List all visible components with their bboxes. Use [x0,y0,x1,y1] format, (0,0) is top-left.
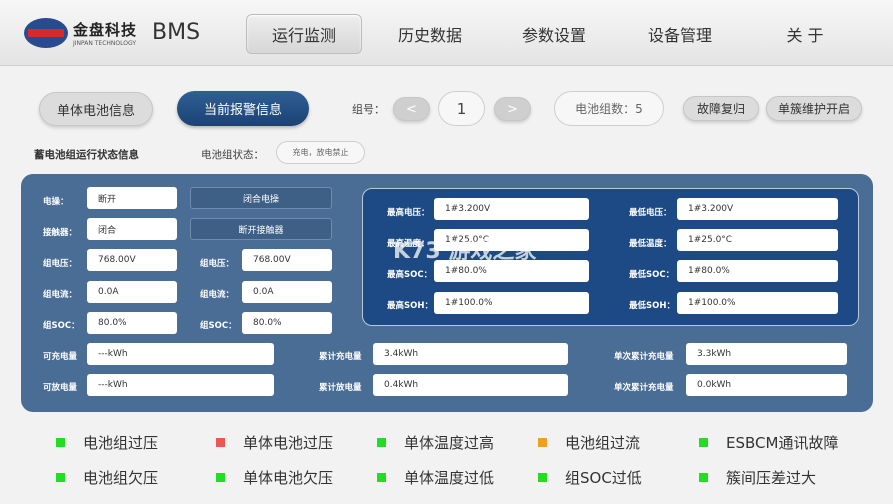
company-logo-icon [24,18,68,48]
alarm-label: 单体温度过低 [404,469,495,487]
status-dot-icon [699,438,708,447]
fault-reset-button[interactable]: 故障复归 [683,96,759,121]
group-voltage-label-2: 组电压： [200,259,235,269]
nav-run-monitor[interactable]: 运行监测 [246,14,362,54]
min-soc-value: 1#80.0% [677,260,838,282]
alarm-indicator: 单体电池欠压 [216,467,333,488]
alarm-label: 簇间压差过大 [726,469,817,487]
open-contactor-button[interactable]: 断开接触器 [190,218,332,240]
alarm-indicator: 簇间压差过大 [699,467,816,488]
app-title: BMS [152,20,201,45]
group-number: 1 [438,91,485,126]
cum-discharge-label: 累计放电量 [319,383,362,393]
group-current-label: 组电流： [43,290,78,300]
logo-subtitle: JINPAN TECHNOLOGY [73,40,136,47]
status-dot-icon [377,473,386,482]
alarm-indicator: 电池组欠压 [56,467,158,488]
group-current-value-2: 0.0A [242,281,332,303]
logo: 金盘科技 JINPAN TECHNOLOGY [24,18,137,48]
battery-state-value: 充电，放电禁止 [276,141,365,164]
watermark: K73 游戏之家 [393,239,537,264]
single-charge-label-2: 单次累计充电量 [614,383,674,393]
min-soh-value: 1#100.0% [677,292,838,314]
chargeable-value: ---kWh [87,343,274,365]
status-dot-icon [216,473,225,482]
alarm-label: ESBCM通讯故障 [726,434,839,452]
group-current-label-2: 组电流： [200,290,235,300]
alarm-label: 电池组欠压 [83,469,159,487]
group-voltage-value-2: 768.00V [242,249,332,271]
cum-discharge-value: 0.4kWh [373,374,568,396]
status-dot-icon [216,438,225,447]
max-voltage-label: 最高电压： [387,208,430,218]
group-soc-value: 80.0% [87,312,177,334]
alarm-label: 单体电池过压 [243,434,334,452]
group-soc-value-2: 80.0% [242,312,332,334]
contactor-value: 闭合 [87,218,177,240]
group-soc-label: 组SOC： [43,321,80,331]
cum-charge-label: 累计充电量 [319,352,362,362]
power-value: 断开 [87,187,177,209]
max-soc-label: 最高SOC： [387,270,433,280]
max-soh-value: 1#100.0% [434,292,589,314]
alarm-label: 电池组过流 [565,434,641,452]
alarm-label: 单体温度过高 [404,434,495,452]
tab-cell-info[interactable]: 单体电池信息 [39,92,153,126]
group-count: 电池组数：5 [554,91,664,126]
nav-history[interactable]: 历史数据 [378,14,482,54]
section-title: 蓄电池组运行状态信息 [34,149,139,161]
alarm-indicator: ESBCM通讯故障 [699,432,838,453]
logo-name: 金盘科技 [73,21,138,39]
battery-state-label: 电池组状态： [201,149,264,161]
alarm-label: 组SOC过低 [565,469,642,487]
single-charge-value-2: 0.0kWh [686,374,847,396]
prev-group-button[interactable]: < [393,97,430,121]
alarm-indicator: 电池组过流 [538,432,640,453]
alarm-indicator: 组SOC过低 [538,467,642,488]
max-soh-label: 最高SOH： [387,301,433,311]
nav-devices[interactable]: 设备管理 [628,14,732,54]
min-voltage-value: 1#3.200V [677,198,838,220]
single-charge-label: 单次累计充电量 [614,352,674,362]
alarm-label: 单体电池欠压 [243,469,334,487]
group-current-value: 0.0A [87,281,177,303]
cum-charge-value: 3.4kWh [373,343,568,365]
min-temp-value: 1#25.0°C [677,229,838,251]
status-dot-icon [377,438,386,447]
maintenance-on-button[interactable]: 单簇维护开启 [766,96,862,121]
dischargeable-value: ---kWh [87,374,274,396]
group-soc-label-2: 组SOC： [200,321,237,331]
contactor-label: 接触器： [43,228,78,238]
dischargeable-label: 可放电量 [43,383,78,393]
tab-alarm-info[interactable]: 当前报警信息 [177,91,309,126]
alarm-indicator: 单体温度过低 [377,467,494,488]
next-group-button[interactable]: > [494,97,531,121]
status-dot-icon [56,473,65,482]
min-voltage-label: 最低电压： [629,208,672,218]
single-charge-value: 3.3kWh [686,343,847,365]
chargeable-label: 可充电量 [43,352,78,362]
max-voltage-value: 1#3.200V [434,198,589,220]
status-dot-icon [56,438,65,447]
status-dot-icon [538,438,547,447]
close-power-button[interactable]: 闭合电操 [190,187,332,209]
alarm-label: 电池组过压 [83,434,159,452]
group-label: 组号： [352,103,385,116]
power-label: 电操： [43,197,69,207]
group-voltage-value: 768.00V [87,249,177,271]
nav-params[interactable]: 参数设置 [502,14,606,54]
alarm-indicator: 电池组过压 [56,432,158,453]
alarm-indicator: 单体电池过压 [216,432,333,453]
status-dot-icon [538,473,547,482]
status-dot-icon [699,473,708,482]
alarm-indicator: 单体温度过高 [377,432,494,453]
nav-about[interactable]: 关 于 [760,14,850,54]
min-soc-label: 最低SOC： [629,270,675,280]
group-voltage-label: 组电压： [43,259,78,269]
min-soh-label: 最低SOH： [629,301,675,311]
min-temp-label: 最低温度： [629,239,672,249]
